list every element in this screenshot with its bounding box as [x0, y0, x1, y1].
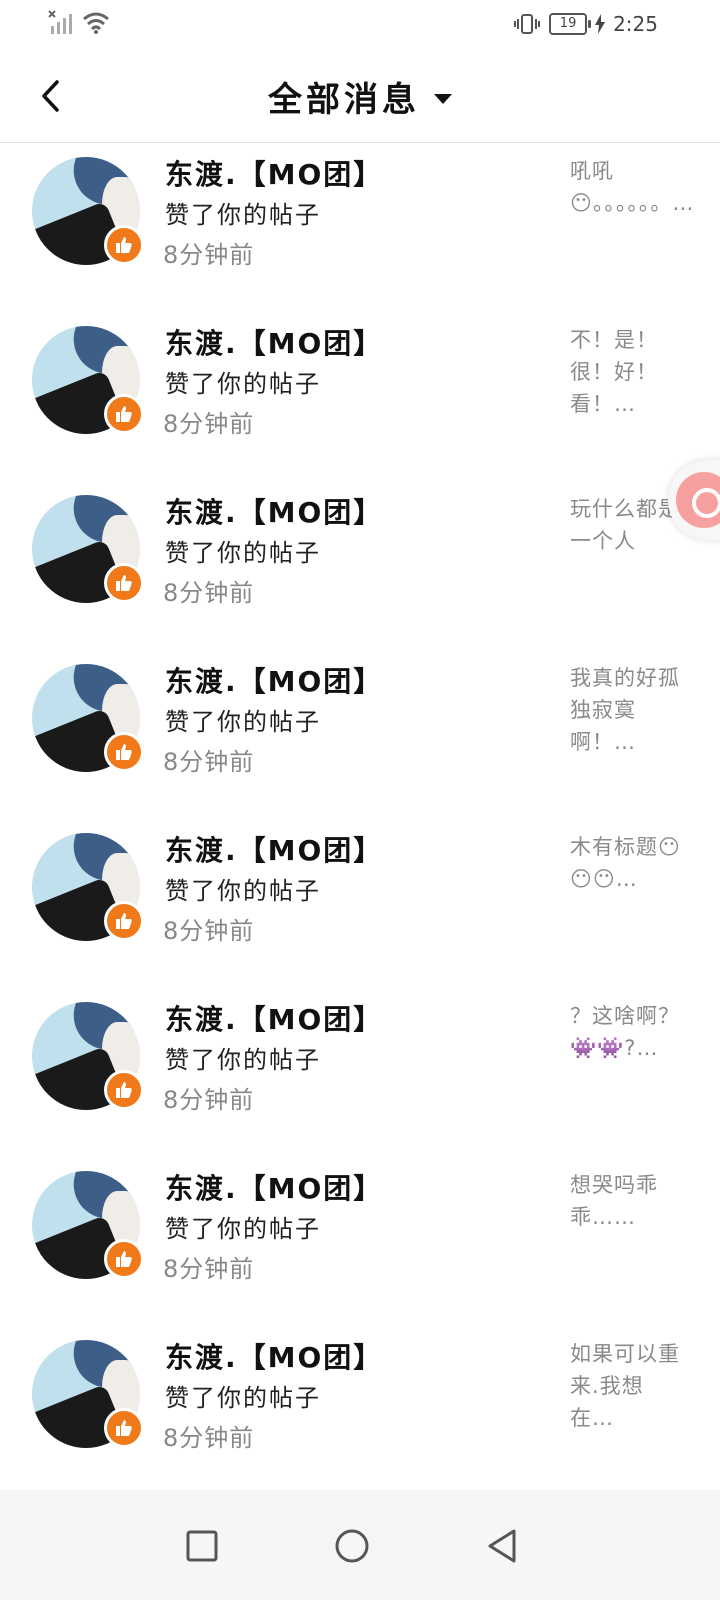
thumbs-up-icon — [104, 901, 144, 941]
action-text: 赞了你的帖子 — [165, 877, 321, 905]
post-preview[interactable]: 想哭吗乖乖…… — [570, 1169, 682, 1233]
timestamp: 8分钟前 — [163, 579, 255, 607]
recent-apps-button[interactable] — [180, 1524, 224, 1568]
user-name[interactable]: 东渡.【MO团】 — [165, 1336, 383, 1376]
thumbs-up-icon — [104, 563, 144, 603]
timestamp: 8分钟前 — [163, 748, 255, 776]
battery-icon: 19 — [549, 13, 592, 35]
post-preview[interactable]: 我真的好孤独寂寞啊！… — [570, 662, 682, 758]
vibrate-icon — [514, 14, 541, 34]
timestamp: 8分钟前 — [163, 1424, 255, 1452]
user-name[interactable]: 东渡.【MO团】 — [165, 829, 383, 869]
post-preview[interactable]: ？这啥啊？👾👾?… — [570, 1000, 682, 1064]
user-name[interactable]: 东渡.【MO团】 — [165, 153, 383, 193]
action-text: 赞了你的帖子 — [165, 1384, 321, 1412]
action-text: 赞了你的帖子 — [165, 201, 321, 229]
thumbs-up-icon — [104, 394, 144, 434]
list-item[interactable]: 东渡.【MO团】 赞了你的帖子 8分钟前 玩什么都是一个人 — [0, 481, 720, 650]
wifi-icon — [83, 12, 109, 34]
message-list[interactable]: 东渡.【MO团】 赞了你的帖子 8分钟前 吼吼😶。。。。。。… 东渡.【MO团】… — [0, 143, 720, 1520]
user-name[interactable]: 东渡.【MO团】 — [165, 998, 383, 1038]
timestamp: 8分钟前 — [163, 1086, 255, 1114]
charging-icon — [595, 14, 606, 34]
status-right: 19 2:25 — [513, 12, 658, 36]
caret-down-icon — [434, 93, 452, 104]
signal-off-icon — [48, 10, 72, 34]
action-text: 赞了你的帖子 — [165, 708, 321, 736]
user-name[interactable]: 东渡.【MO团】 — [165, 660, 383, 700]
post-preview[interactable]: 吼吼😶。。。。。。… — [570, 155, 693, 219]
system-nav-bar — [0, 1490, 720, 1600]
battery-level: 19 — [559, 16, 577, 31]
list-item[interactable]: 东渡.【MO团】 赞了你的帖子 8分钟前 如果可以重来.我想在… — [0, 1326, 720, 1495]
timestamp: 8分钟前 — [163, 410, 255, 438]
thumbs-up-icon — [104, 225, 144, 265]
thumbs-up-icon — [104, 1239, 144, 1279]
post-preview[interactable]: 如果可以重来.我想在… — [570, 1338, 682, 1434]
status-bar: 19 2:25 — [0, 0, 720, 50]
user-name[interactable]: 东渡.【MO团】 — [165, 491, 383, 531]
post-preview[interactable]: 木有标题😶😶😶… — [570, 831, 682, 895]
triangle-back-icon — [488, 1529, 516, 1563]
action-text: 赞了你的帖子 — [165, 1215, 321, 1243]
action-text: 赞了你的帖子 — [165, 539, 321, 567]
post-preview[interactable]: 玩什么都是一个人 — [570, 493, 682, 557]
list-item[interactable]: 东渡.【MO团】 赞了你的帖子 8分钟前 不！是！很！好！看！… — [0, 312, 720, 481]
user-name[interactable]: 东渡.【MO团】 — [165, 1167, 383, 1207]
page-title: 全部消息 — [268, 80, 420, 120]
thumbs-up-icon — [104, 1070, 144, 1110]
timestamp: 8分钟前 — [163, 1255, 255, 1283]
action-text: 赞了你的帖子 — [165, 1046, 321, 1074]
assistant-icon — [676, 472, 720, 528]
clock: 2:25 — [613, 12, 658, 36]
list-item[interactable]: 东渡.【MO团】 赞了你的帖子 8分钟前 我真的好孤独寂寞啊！… — [0, 650, 720, 819]
nav-back-button[interactable] — [480, 1524, 524, 1568]
circle-icon — [335, 1529, 369, 1563]
status-left — [48, 10, 110, 36]
action-text: 赞了你的帖子 — [165, 370, 321, 398]
home-button[interactable] — [330, 1524, 374, 1568]
user-name[interactable]: 东渡.【MO团】 — [165, 322, 383, 362]
square-icon — [186, 1530, 218, 1562]
list-item[interactable]: 东渡.【MO团】 赞了你的帖子 8分钟前 ？这啥啊？👾👾?… — [0, 988, 720, 1157]
timestamp: 8分钟前 — [163, 241, 255, 269]
thumbs-up-icon — [104, 732, 144, 772]
header: 全部消息 — [0, 50, 720, 143]
list-item[interactable]: 东渡.【MO团】 赞了你的帖子 8分钟前 吼吼😶。。。。。。… — [0, 143, 720, 312]
list-item[interactable]: 东渡.【MO团】 赞了你的帖子 8分钟前 想哭吗乖乖…… — [0, 1157, 720, 1326]
timestamp: 8分钟前 — [163, 917, 255, 945]
thumbs-up-icon — [104, 1408, 144, 1448]
title-dropdown[interactable]: 全部消息 — [0, 72, 720, 121]
list-item[interactable]: 东渡.【MO团】 赞了你的帖子 8分钟前 木有标题😶😶😶… — [0, 819, 720, 988]
post-preview[interactable]: 不！是！很！好！看！… — [570, 324, 682, 420]
